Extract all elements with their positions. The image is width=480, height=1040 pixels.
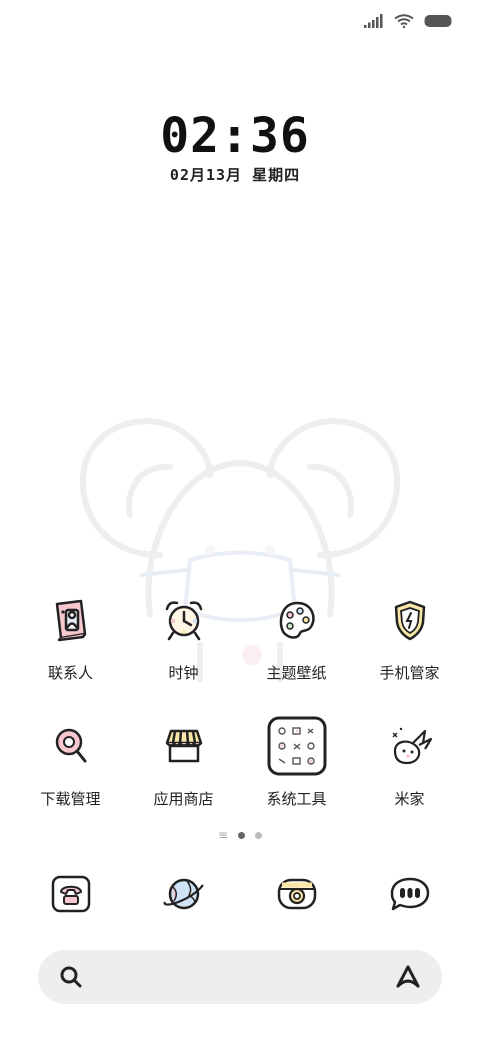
clock-date: 02月13月 星期四 (169, 166, 301, 184)
folder-system-tools[interactable]: 系统工具 (240, 716, 353, 842)
battery-icon (424, 15, 452, 27)
app-store[interactable]: 应用商店 (127, 716, 240, 842)
shield-icon (380, 590, 440, 650)
app-label: 米家 (394, 790, 425, 808)
app-themes[interactable]: 主题壁纸 (240, 590, 353, 716)
app-grid: 联系人 时钟 主题壁纸 手机管家 下载管理 应用商店 系统工具 米家 (14, 590, 466, 842)
dock (14, 862, 466, 926)
app-row: 下载管理 应用商店 系统工具 米家 (14, 716, 466, 842)
clock-widget[interactable]: 02:36 02月13月 星期四 (0, 108, 470, 185)
rabbit-icon (380, 716, 440, 776)
app-mijia[interactable]: 米家 (353, 716, 466, 842)
search-bar[interactable] (38, 950, 442, 1004)
app-label: 系统工具 (266, 790, 327, 808)
messages-icon (380, 862, 440, 926)
status-bar (364, 10, 454, 32)
page-list-icon[interactable]: ≡ (218, 829, 228, 841)
download-icon (41, 716, 101, 776)
palette-icon (267, 590, 327, 650)
signal-icon (364, 14, 383, 28)
contacts-icon (41, 590, 101, 650)
alarm-clock-icon (154, 590, 214, 650)
app-label: 下载管理 (40, 790, 101, 808)
app-label: 应用商店 (153, 790, 214, 808)
store-icon (154, 716, 214, 776)
dock-phone[interactable] (14, 862, 127, 926)
dock-camera[interactable] (240, 862, 353, 926)
page-dot-active[interactable] (238, 831, 246, 839)
browser-planet-icon (154, 862, 214, 926)
dock-browser[interactable] (127, 862, 240, 926)
clock-time: 02:36 (160, 108, 310, 164)
app-label: 联系人 (47, 664, 93, 682)
wifi-icon (394, 14, 414, 28)
app-contacts[interactable]: 联系人 (14, 590, 127, 716)
page-indicator[interactable]: ≡ (0, 829, 480, 841)
app-security[interactable]: 手机管家 (353, 590, 466, 716)
search-icon[interactable] (58, 964, 84, 990)
phone-icon (41, 862, 101, 926)
assistant-icon[interactable] (394, 964, 422, 990)
page-dot[interactable] (255, 831, 263, 839)
app-label: 主题壁纸 (266, 664, 327, 682)
app-label: 手机管家 (379, 664, 440, 682)
app-row: 联系人 时钟 主题壁纸 手机管家 (14, 590, 466, 716)
app-clock[interactable]: 时钟 (127, 590, 240, 716)
tools-folder-icon (267, 716, 327, 776)
app-downloads[interactable]: 下载管理 (14, 716, 127, 842)
camera-icon (267, 862, 327, 926)
dock-messages[interactable] (353, 862, 466, 926)
app-label: 时钟 (168, 664, 199, 682)
